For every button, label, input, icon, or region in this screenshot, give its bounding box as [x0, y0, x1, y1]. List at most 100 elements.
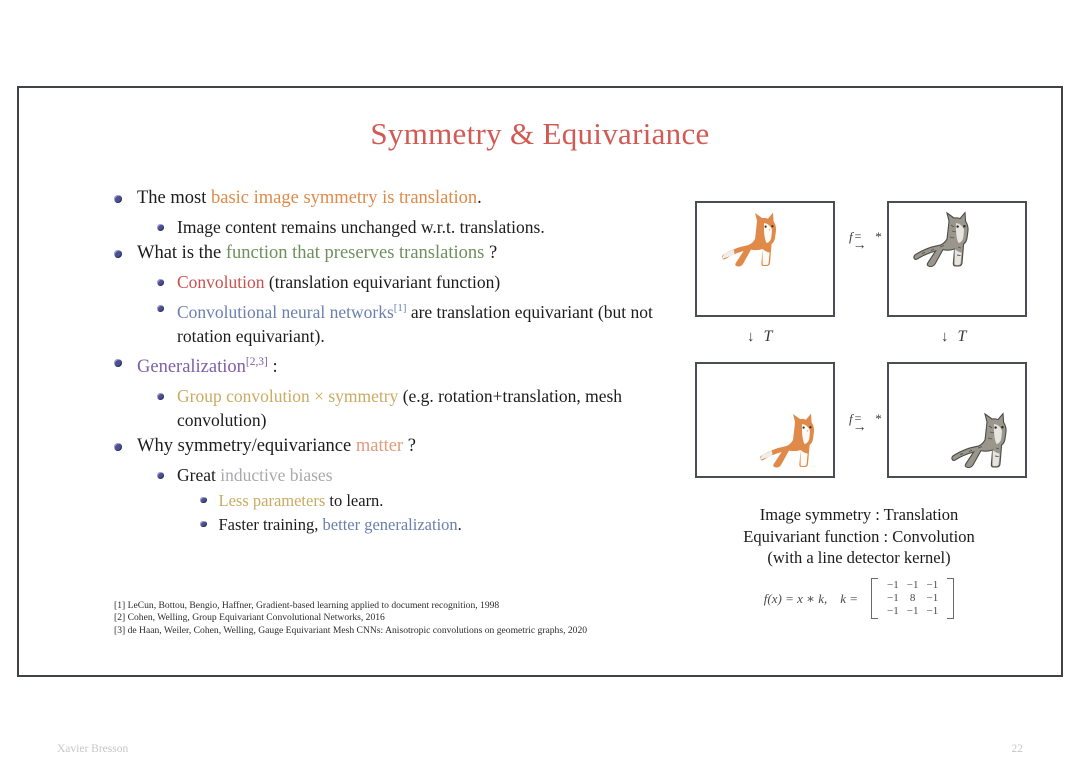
- caption-line: (with a line detector kernel): [767, 548, 951, 567]
- convolution-arrow-bottom: f = → *: [849, 411, 882, 435]
- kernel-cell: 8: [909, 592, 916, 604]
- bullet-text-plain: (translation equivariant function): [264, 272, 501, 292]
- bullet-marker: [114, 250, 122, 258]
- cat-orange-icon: [721, 212, 777, 267]
- bullet-text-highlight: function that preserves translations: [225, 243, 485, 263]
- bullet-item: Why symmetry/equivariance matter ?: [114, 434, 654, 459]
- bullet-text: Group convolution × symmetry (e.g. rotat…: [177, 384, 654, 432]
- bullet-text: Image content remains unchanged w.r.t. t…: [177, 217, 545, 237]
- bullet-list: The most basic image symmetry is transla…: [114, 186, 654, 537]
- bullet-text-plain: Why symmetry/equivariance: [137, 435, 356, 456]
- bullet-text: Convolutional neural networks[1] are tra…: [177, 296, 654, 348]
- bullet-item: Faster training, better generalization.: [114, 513, 654, 536]
- translated-image-box: [695, 362, 835, 478]
- kernel-cell: −1: [926, 605, 939, 617]
- arrow-convolution-star: *: [874, 411, 882, 426]
- bullet-item: Great inductive biases: [114, 463, 654, 487]
- formula-kernel-label: k =: [840, 590, 859, 606]
- bullet-marker: [157, 224, 164, 231]
- formula-lhs: f(x) = x ∗ k,: [763, 590, 828, 606]
- bullet-text: Why symmetry/equivariance matter ?: [137, 434, 654, 459]
- reference-item: [2] Cohen, Welling, Group Equivariant Co…: [114, 612, 385, 624]
- bullet-marker: [200, 520, 207, 528]
- kernel-cell: −1: [887, 605, 899, 617]
- arrow-down-icon: ↓: [747, 329, 755, 345]
- bullet-item: The most basic image symmetry is transla…: [114, 186, 654, 211]
- bullet-text-highlight: Less parameters: [218, 490, 326, 510]
- bullet-text: Faster training, better generalization.: [219, 513, 655, 536]
- bullet-text-highlight: matter: [355, 435, 404, 456]
- bullet-text-plain: What is the: [137, 243, 226, 263]
- bracket-left-icon: [871, 578, 879, 619]
- translation-label: T: [763, 328, 773, 345]
- bullet-marker: [114, 358, 122, 367]
- caption-line: Image symmetry : Translation: [759, 505, 959, 524]
- arrow-right-icon: →: [852, 420, 867, 436]
- bullet-text-highlight: better generalization: [322, 514, 458, 534]
- bullet-text-plain: :: [267, 356, 278, 377]
- bullet-text: What is the function that preserves tran…: [137, 241, 654, 266]
- bullet-text: Generalization[2,3] :: [137, 350, 654, 380]
- kernel-cell: −1: [887, 592, 899, 604]
- reference-superscript: [2,3]: [245, 355, 268, 368]
- bullet-text-plain: .: [457, 514, 462, 534]
- bullet-text: Less parameters to learn.: [219, 489, 655, 512]
- bullet-marker: [200, 496, 207, 504]
- bracket-right-icon: [947, 578, 955, 619]
- original-image-box: [695, 201, 835, 317]
- bullet-item: Convolution (translation equivariant fun…: [114, 270, 654, 294]
- bullet-item: Convolutional neural networks[1] are tra…: [114, 296, 654, 348]
- kernel-cell: −1: [906, 579, 919, 591]
- bullet-marker: [114, 442, 122, 451]
- kernel-cell: −1: [887, 579, 899, 591]
- bullet-text-highlight: Convolution: [177, 272, 265, 292]
- bullet-text-plain: ?: [403, 435, 416, 456]
- kernel-matrix: −1 −1 −1 −1 8 −1 −1 −1 −1: [871, 578, 955, 619]
- bullet-text-plain: The most: [137, 188, 211, 208]
- bullet-item: Image content remains unchanged w.r.t. t…: [114, 215, 654, 239]
- cat-filtered-icon: [913, 211, 969, 268]
- caption-line: Equivariant function : Convolution: [743, 526, 975, 546]
- cat-orange-translated-icon: [759, 413, 815, 468]
- bullet-marker: [157, 392, 164, 400]
- bullet-item: Group convolution × symmetry (e.g. rotat…: [114, 384, 654, 432]
- arrow-convolution-star: *: [874, 229, 882, 244]
- bullet-item: What is the function that preserves tran…: [114, 241, 654, 266]
- bullet-text-highlight: inductive biases: [220, 464, 333, 485]
- convolved-translated-image-box: [887, 362, 1027, 478]
- convolution-arrow-top: f = → *: [849, 229, 882, 253]
- kernel-cell: −1: [926, 579, 939, 591]
- bullet-marker: [157, 279, 164, 286]
- cat-filtered-translated-icon: [951, 412, 1007, 469]
- translation-arrow-right: ↓ T: [941, 328, 966, 346]
- reference-list: [1] LeCun, Bottou, Bengio, Haffner, Grad…: [114, 600, 587, 637]
- formula-row: f(x) = x ∗ k, k = −1 −1 −1 −1 8 −1 −1 −1…: [763, 578, 955, 619]
- bullet-marker: [114, 195, 122, 203]
- kernel-cell: −1: [926, 592, 939, 604]
- kernel-cells: −1 −1 −1 −1 8 −1 −1 −1 −1: [880, 578, 945, 619]
- bullet-marker: [157, 471, 164, 479]
- translation-arrow-left: ↓ T: [747, 328, 772, 346]
- kernel-cell: −1: [906, 605, 919, 617]
- footer-author: Xavier Bresson: [57, 743, 129, 755]
- bullet-text: The most basic image symmetry is transla…: [137, 186, 654, 211]
- bullet-text-highlight: Group convolution × symmetry: [177, 385, 399, 406]
- bullet-item: Less parameters to learn.: [114, 489, 654, 512]
- bullet-text-highlight: Convolutional neural networks: [177, 301, 394, 322]
- equivariance-diagram: f = → * ↓ T ↓ T f = → * Image symmetry:…: [659, 186, 1059, 656]
- bullet-text-highlight: Generalization: [137, 356, 246, 377]
- slide-frame: Symmetry & Equivariance The most basic i…: [17, 86, 1063, 755]
- arrow-right-icon: →: [852, 238, 867, 254]
- reference-item: [1] LeCun, Bottou, Bengio, Haffner, Grad…: [114, 600, 500, 611]
- bullet-marker: [157, 305, 164, 312]
- translation-label: T: [957, 328, 967, 345]
- bullet-text-plain: to learn.: [325, 490, 384, 510]
- footer-page-number: 22: [1011, 743, 1024, 755]
- convolved-image-box: [887, 201, 1027, 317]
- page-title: Symmetry & Equivariance: [370, 116, 710, 151]
- reference-superscript: [1]: [393, 302, 407, 314]
- bullet-text-plain: Faster training,: [218, 514, 323, 534]
- bullet-text: Great inductive biases: [177, 463, 654, 487]
- bullet-text-plain: Great: [177, 464, 221, 485]
- arrow-down-icon: ↓: [941, 329, 949, 345]
